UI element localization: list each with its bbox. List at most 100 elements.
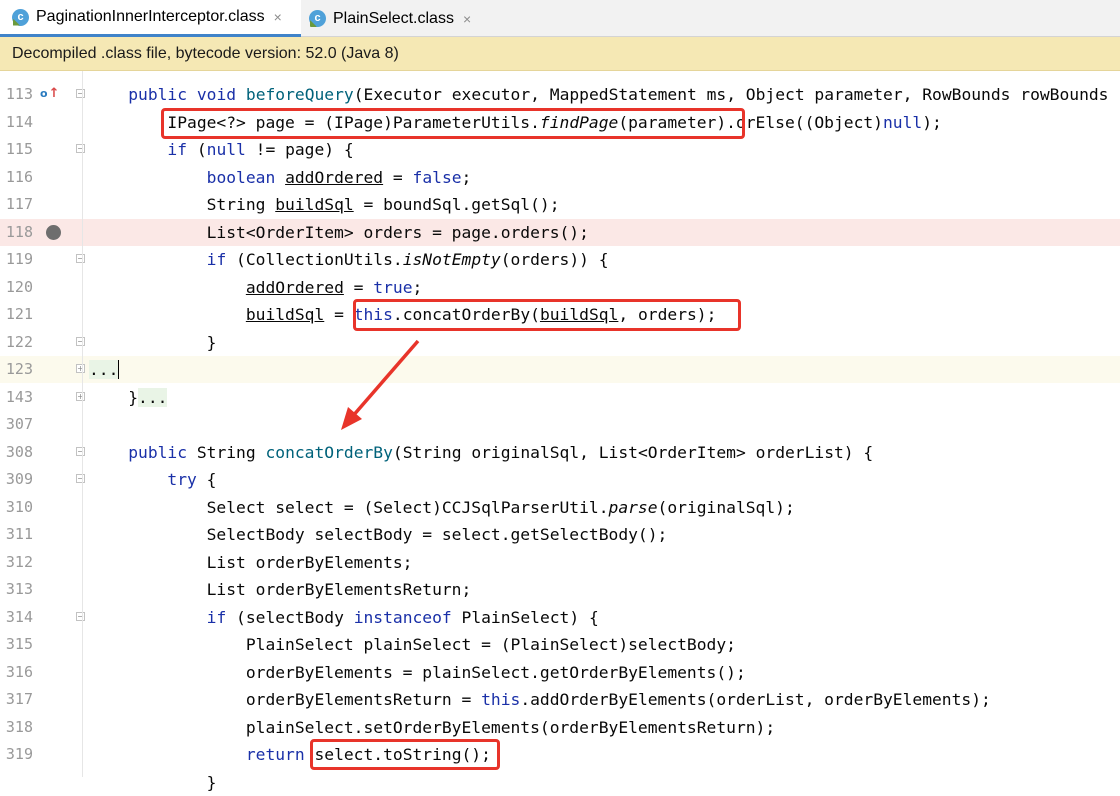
- line-number: 120: [5, 277, 33, 296]
- code-token: addOrdered: [245, 277, 344, 297]
- code-line[interactable]: 313 List orderByElementsReturn;: [0, 576, 1120, 603]
- expand-fold-icon[interactable]: +: [76, 391, 85, 401]
- code-line[interactable]: 120 addOrdered = true;: [0, 274, 1120, 301]
- collapse-fold-icon[interactable]: −: [76, 446, 85, 456]
- code-line[interactable]: 315 PlainSelect plainSelect = (PlainSele…: [0, 631, 1120, 658]
- line-number: 308: [5, 442, 33, 461]
- collapse-fold-icon[interactable]: −: [76, 89, 85, 98]
- code-line[interactable]: 116 boolean addOrdered = false;: [0, 164, 1120, 191]
- line-number: 310: [5, 497, 33, 516]
- code-line[interactable]: 308 − public String concatOrderBy(String …: [0, 439, 1120, 466]
- collapse-fold-icon[interactable]: −: [76, 611, 85, 621]
- code-token: try: [167, 470, 197, 489]
- class-file-icon: c: [12, 8, 29, 26]
- code-token: true: [373, 277, 413, 297]
- code-line[interactable]: 143 + }...: [0, 384, 1120, 411]
- close-icon[interactable]: ×: [274, 9, 282, 25]
- code-line[interactable]: 307: [0, 411, 1120, 438]
- code-text: if (null != page) {: [89, 136, 353, 163]
- code-token: buildSql: [245, 305, 325, 324]
- collapse-fold-icon[interactable]: −: [76, 474, 85, 483]
- class-file-icon: c: [309, 10, 326, 27]
- code-token: List orderByElementsReturn;: [89, 580, 472, 599]
- code-line[interactable]: 314 − if (selectBody instanceof PlainSele…: [0, 604, 1120, 631]
- code-line[interactable]: 310 Select select = (Select)CCJSqlParser…: [0, 494, 1120, 521]
- code-token: boolean: [206, 167, 276, 187]
- code-token: (selectBody: [226, 607, 354, 627]
- code-token: null: [206, 140, 246, 159]
- line-number: 313: [5, 580, 33, 598]
- code-token: (: [187, 140, 207, 159]
- line-number: 122: [5, 332, 33, 351]
- text-caret: [118, 360, 119, 379]
- code-line[interactable]: 312 List orderByElements;: [0, 549, 1120, 576]
- code-token: PlainSelect) {: [451, 607, 599, 627]
- expand-fold-icon[interactable]: +: [76, 364, 85, 373]
- code-token: if: [167, 140, 188, 159]
- code-line[interactable]: 311 SelectBody selectBody = select.getSe…: [0, 521, 1120, 548]
- code-line[interactable]: 319 return select.toString();: [0, 741, 1120, 768]
- code-line[interactable]: 113 − o↑ public void beforeQuery(Executor …: [0, 81, 1120, 108]
- code-token: }: [89, 332, 217, 352]
- code-token: ;: [461, 167, 472, 187]
- code-token: ...: [89, 360, 119, 379]
- code-token: buildSql: [275, 195, 354, 214]
- code-text: if (CollectionUtils.isNotEmpty(orders)) …: [89, 246, 609, 273]
- code-token: Select select = (Select)CCJSqlParserUtil…: [89, 497, 609, 517]
- close-icon[interactable]: ×: [463, 11, 471, 27]
- tab-label: PlainSelect.class: [333, 9, 454, 27]
- code-token: addOrdered: [285, 167, 384, 187]
- code-text: addOrdered = true;: [89, 274, 422, 301]
- code-token: = boundSql.getSql();: [353, 195, 560, 214]
- code-text: orderByElementsReturn = this.addOrderByE…: [89, 686, 991, 713]
- line-number: 309: [5, 470, 33, 488]
- line-number: 123: [5, 360, 33, 378]
- code-line[interactable]: 118 List<OrderItem> orders = page.orders…: [0, 218, 1120, 246]
- line-number: 319: [5, 745, 33, 763]
- collapse-fold-icon[interactable]: −: [76, 254, 85, 263]
- code-token: instanceof: [353, 607, 452, 627]
- code-line[interactable]: 117 String buildSql = boundSql.getSql();: [0, 191, 1120, 218]
- code-line[interactable]: }: [0, 769, 1120, 796]
- override-method-icon[interactable]: o↑: [40, 86, 59, 101]
- code-line[interactable]: 317 orderByElementsReturn = this.addOrde…: [0, 686, 1120, 713]
- code-line[interactable]: 122 − }: [0, 329, 1120, 356]
- code-line[interactable]: 123 +...: [0, 356, 1120, 383]
- code-line[interactable]: 119 − if (CollectionUtils.isNotEmpty(orde…: [0, 246, 1120, 273]
- code-text: public void beforeQuery(Executor executo…: [89, 81, 1108, 108]
- code-token: String: [187, 442, 266, 462]
- code-token: orderByElementsReturn =: [89, 690, 482, 709]
- code-text: String buildSql = boundSql.getSql();: [89, 191, 560, 218]
- code-token: false: [412, 167, 462, 187]
- code-text: }: [89, 329, 217, 356]
- tab-plain-select[interactable]: c PlainSelect.class ×: [301, 0, 477, 37]
- editor-tab-bar: c PaginationInnerInterceptor.class × c P…: [0, 0, 1120, 37]
- code-line[interactable]: 318 plainSelect.setOrderByElements(order…: [0, 714, 1120, 741]
- collapse-fold-icon[interactable]: −: [76, 144, 85, 153]
- code-token: }: [89, 387, 139, 407]
- code-token: this: [481, 690, 521, 709]
- code-text: List<OrderItem> orders = page.orders();: [89, 219, 589, 246]
- code-token: if: [206, 250, 227, 269]
- code-line[interactable]: 316 orderByElements = plainSelect.getOrd…: [0, 659, 1120, 686]
- code-token: (String originalSql, List<OrderItem> ord…: [392, 442, 874, 462]
- code-token: concatOrderBy: [265, 442, 393, 462]
- line-number: 115: [5, 140, 33, 158]
- code-line[interactable]: 115 − if (null != page) {: [0, 136, 1120, 163]
- code-text: }: [89, 769, 217, 796]
- code-text: if (selectBody instanceof PlainSelect) {: [89, 604, 599, 631]
- breakpoint-icon[interactable]: [46, 224, 61, 240]
- code-line[interactable]: 309 − try {: [0, 466, 1120, 493]
- override-glyph: o: [40, 87, 48, 100]
- tab-pagination-inner-interceptor[interactable]: c PaginationInnerInterceptor.class ×: [0, 0, 301, 37]
- collapse-fold-icon[interactable]: −: [76, 336, 85, 346]
